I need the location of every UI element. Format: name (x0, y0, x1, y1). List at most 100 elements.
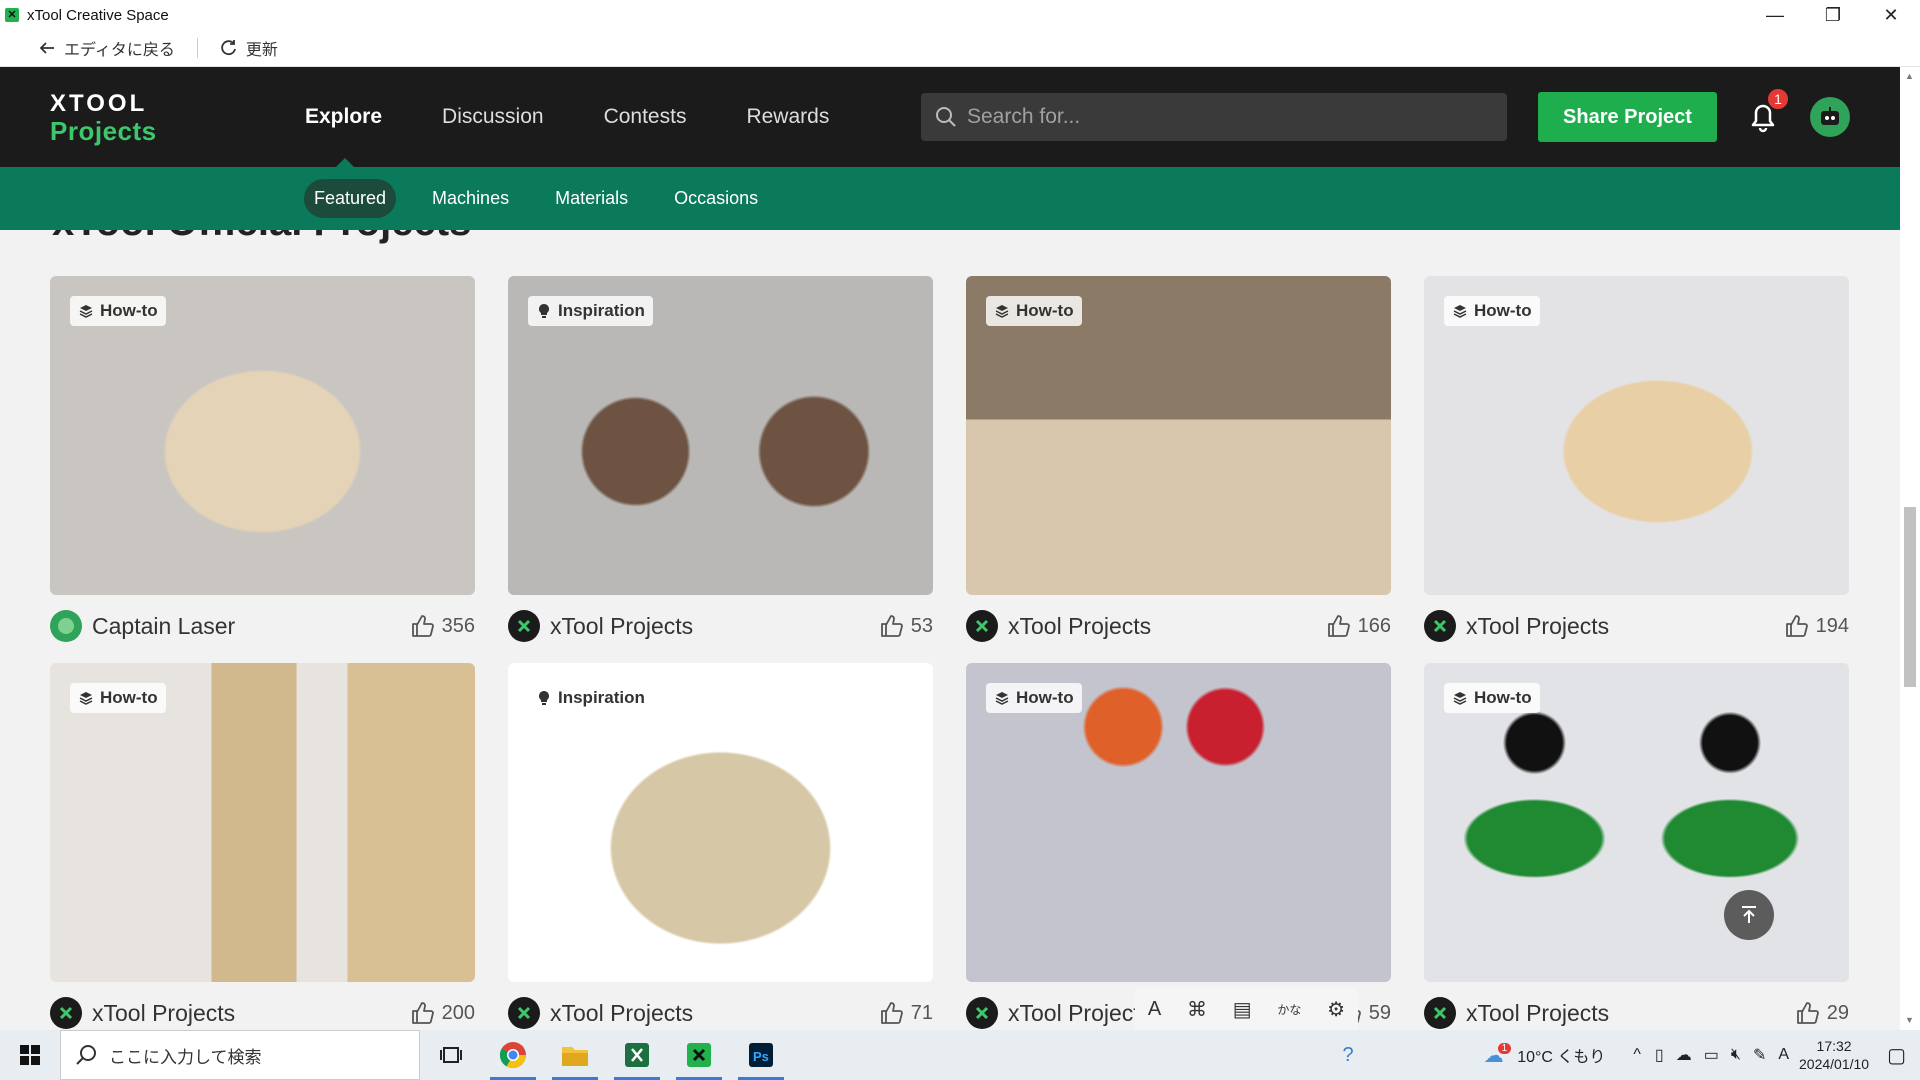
project-tag: Inspiration (528, 296, 653, 326)
photoshop-taskbar-icon[interactable]: Ps (730, 1030, 792, 1080)
nav-rewards[interactable]: Rewards (746, 105, 829, 129)
author-name[interactable]: xTool Projects (1466, 1000, 1609, 1027)
nav-explore[interactable]: Explore (305, 105, 382, 129)
scroll-up-arrow[interactable]: ▲ (1905, 71, 1914, 81)
project-card[interactable]: How-to xTool Projects 166 (966, 276, 1391, 646)
project-thumbnail[interactable]: How-to (50, 663, 475, 982)
subnav-materials[interactable]: Materials (545, 179, 638, 218)
subnav-featured[interactable]: Featured (304, 179, 397, 218)
ime-indicator[interactable]: A (1778, 1046, 1789, 1064)
taskbar-search[interactable]: ここに入力して検索 (60, 1030, 420, 1080)
back-to-top-button[interactable] (1724, 890, 1774, 940)
project-thumbnail[interactable]: How-to (50, 276, 475, 595)
ime-kana-icon[interactable]: かな (1277, 1001, 1301, 1018)
author-avatar[interactable] (508, 997, 540, 1029)
project-tag: How-to (986, 683, 1082, 713)
project-card[interactable]: Inspiration xTool Projects 53 (508, 276, 933, 646)
author-name[interactable]: xTool Projects (92, 1000, 235, 1027)
author-avatar[interactable] (1424, 997, 1456, 1029)
back-to-editor-label: エディタに戻る (64, 42, 175, 59)
author-name[interactable]: xTool Projects (1008, 613, 1151, 640)
author-name[interactable]: xTool Projects (550, 613, 693, 640)
taskbar-clock[interactable]: 17:32 2024/01/10 (1799, 1037, 1869, 1073)
ime-settings-icon[interactable]: ⚙ (1327, 997, 1345, 1022)
like-button[interactable]: 166 (1326, 613, 1391, 639)
chrome-taskbar-icon[interactable] (482, 1030, 544, 1080)
help-icon[interactable]: ? (1343, 1044, 1354, 1067)
author-name[interactable]: Captain Laser (92, 613, 235, 640)
restore-button[interactable]: ❐ (1804, 0, 1862, 30)
author-name[interactable]: xTool Projects (1466, 613, 1609, 640)
file-explorer-taskbar-icon[interactable] (544, 1030, 606, 1080)
minimize-button[interactable]: — (1746, 0, 1804, 30)
page-scrollbar[interactable]: ▲ ▼ (1900, 67, 1920, 1030)
close-button[interactable]: ✕ (1862, 0, 1920, 30)
like-button[interactable]: 71 (879, 1000, 933, 1026)
author-avatar[interactable] (50, 997, 82, 1029)
pen-icon[interactable]: ✎ (1753, 1045, 1766, 1065)
author-avatar[interactable] (508, 610, 540, 642)
notifications-icon[interactable]: ▢ (1887, 1043, 1906, 1068)
xtool-taskbar-icon[interactable] (668, 1030, 730, 1080)
weather-widget[interactable]: ☁ 1 10°C くもり (1484, 1042, 1605, 1068)
show-hidden-icons[interactable]: ^ (1633, 1046, 1641, 1064)
project-card[interactable]: How-to xTool Projects 29 (1424, 663, 1849, 1030)
project-card[interactable]: How-to Captain Laser 356 (50, 276, 475, 646)
back-to-editor-button[interactable]: エディタに戻る (38, 36, 175, 60)
author-name[interactable]: xTool Project (1008, 1000, 1140, 1027)
window-title: xTool Creative Space (27, 6, 169, 24)
subnav-occasions[interactable]: Occasions (664, 179, 768, 218)
project-thumbnail[interactable]: Inspiration (508, 276, 933, 595)
task-view-icon[interactable] (420, 1030, 482, 1080)
project-meta: Captain Laser 356 (50, 606, 475, 646)
scroll-down-arrow[interactable]: ▼ (1905, 1015, 1914, 1025)
author-avatar[interactable] (1424, 610, 1456, 642)
onedrive-icon[interactable]: ☁ (1676, 1045, 1692, 1065)
ime-pad-icon[interactable]: ▤ (1233, 997, 1252, 1022)
arrow-left-icon (39, 42, 54, 54)
author-name[interactable]: xTool Projects (550, 1000, 693, 1027)
device-icon[interactable]: ▯ (1655, 1045, 1664, 1065)
like-button[interactable]: 29 (1795, 1000, 1849, 1026)
excel-taskbar-icon[interactable] (606, 1030, 668, 1080)
project-tag: How-to (1444, 296, 1540, 326)
volume-icon[interactable]: 🔇︎ (1731, 1046, 1741, 1064)
battery-icon[interactable]: ▭ (1704, 1045, 1719, 1065)
project-thumbnail[interactable]: Inspiration (508, 663, 933, 982)
project-thumbnail[interactable]: How-to (1424, 276, 1849, 595)
editor-toolbar: エディタに戻る 更新 (0, 30, 1920, 67)
refresh-button[interactable]: 更新 (220, 36, 278, 60)
like-button[interactable]: 356 (410, 613, 475, 639)
search-box[interactable] (921, 93, 1507, 141)
project-card[interactable]: How-to xTool Project 59 (966, 663, 1391, 1030)
project-tag-label: Inspiration (558, 301, 645, 320)
start-button[interactable] (0, 1030, 60, 1080)
project-card[interactable]: Inspiration xTool Projects 71 (508, 663, 933, 1030)
subnav-machines[interactable]: Machines (422, 179, 519, 218)
like-button[interactable]: 200 (410, 1000, 475, 1026)
project-card[interactable]: How-to xTool Projects 194 (1424, 276, 1849, 646)
user-avatar[interactable] (1810, 97, 1850, 137)
project-tag: Inspiration (528, 683, 653, 713)
author-avatar[interactable] (966, 997, 998, 1029)
nav-contests[interactable]: Contests (604, 105, 687, 129)
ime-tool-icon[interactable]: ⌘ (1187, 997, 1207, 1022)
author-avatar[interactable] (50, 610, 82, 642)
share-project-button[interactable]: Share Project (1538, 92, 1717, 142)
like-button[interactable]: 194 (1784, 613, 1849, 639)
scrollbar-thumb[interactable] (1904, 507, 1916, 687)
project-thumbnail[interactable]: How-to (966, 663, 1391, 982)
search-input[interactable] (967, 105, 1467, 129)
nav-discussion[interactable]: Discussion (442, 105, 544, 129)
project-tag: How-to (70, 296, 166, 326)
like-count: 29 (1826, 1001, 1849, 1024)
ime-mode-icon[interactable]: A (1148, 998, 1161, 1021)
project-thumbnail[interactable]: How-to (966, 276, 1391, 595)
robot-icon (1821, 107, 1839, 125)
like-button[interactable]: 53 (879, 613, 933, 639)
project-card[interactable]: How-to xTool Projects 200 (50, 663, 475, 1030)
xtool-projects-logo[interactable]: XTOOL Projects (50, 91, 157, 146)
project-thumbnail[interactable]: How-to (1424, 663, 1849, 982)
xtool-avatar-icon (975, 619, 989, 633)
author-avatar[interactable] (966, 610, 998, 642)
